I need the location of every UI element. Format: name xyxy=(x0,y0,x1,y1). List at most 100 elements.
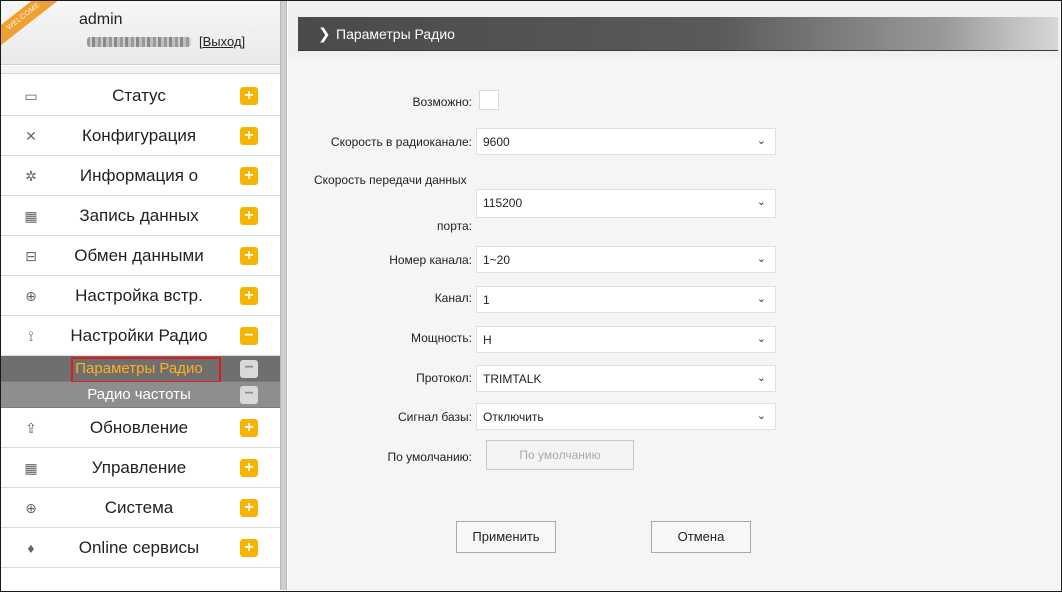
cancel-button[interactable]: Отмена xyxy=(651,521,751,553)
base-signal-label: Сигнал базы: xyxy=(398,410,472,424)
monitor-icon: ▭ xyxy=(24,88,38,104)
page-title: Параметры Радио xyxy=(336,26,455,42)
logout: [Выход] xyxy=(199,34,245,49)
sidebar-gap xyxy=(1,66,280,74)
user-info-redacted xyxy=(87,37,191,47)
sidebar-item-label: Система xyxy=(104,498,174,517)
expand-icon[interactable]: + xyxy=(240,419,258,437)
apply-button[interactable]: Применить xyxy=(456,521,556,553)
user-header: WELCOME admin [Выход] xyxy=(1,1,280,65)
enabled-label: Возможно: xyxy=(412,95,473,109)
chevron-down-icon: ⌄ xyxy=(756,135,766,147)
chevron-down-icon: ⌄ xyxy=(756,253,766,265)
protocol-label: Протокол: xyxy=(416,371,472,385)
channel-number-label: Номер канала: xyxy=(389,253,472,267)
sidebar-item-label: Обновление xyxy=(89,418,189,437)
sidebar-item-label: Статус xyxy=(112,86,166,105)
expand-icon[interactable]: + xyxy=(240,167,258,185)
power-label: Мощность: xyxy=(410,331,472,345)
base-signal-select[interactable]: Отключить ⌄ xyxy=(476,403,776,430)
chevron-down-icon: ⌄ xyxy=(756,333,766,345)
air-rate-select[interactable]: 9600 ⌄ xyxy=(476,128,776,155)
sidebar-item-data-record[interactable]: ▦ Запись данных + xyxy=(1,196,280,236)
expand-icon[interactable]: + xyxy=(240,499,258,517)
sidebar-item-label: Запись данных xyxy=(79,206,199,225)
chevron-right-icon: ❯ xyxy=(318,26,331,43)
protocol-select[interactable]: TRIMTALK ⌄ xyxy=(476,365,776,392)
expand-icon[interactable]: + xyxy=(240,127,258,145)
sidebar-item-data-exchange[interactable]: ⊟ Обмен данными + xyxy=(1,236,280,276)
sidebar-splitter[interactable] xyxy=(280,1,287,590)
active-highlight-box xyxy=(71,357,221,383)
enabled-checkbox[interactable] xyxy=(479,90,499,110)
sidebar: WELCOME admin [Выход] ▭ Статус + ✕ Конфи… xyxy=(1,1,280,590)
sidebar-item-info[interactable]: ✲ Информация о + xyxy=(1,156,280,196)
minus-icon[interactable]: − xyxy=(240,360,258,378)
chevron-down-icon: ⌄ xyxy=(756,293,766,305)
sidebar-item-network-settings[interactable]: ⊕ Настройка встр. + xyxy=(1,276,280,316)
sidebar-item-online-services[interactable]: ♦ Online сервисы + xyxy=(1,528,280,568)
sidebar-item-label: Информация о xyxy=(79,166,199,185)
channel-value: 1 xyxy=(483,293,490,307)
power-value: H xyxy=(483,333,492,347)
power-select[interactable]: H ⌄ xyxy=(476,326,776,353)
port-rate-label-1: Скорость передачи данных xyxy=(314,173,467,187)
welcome-badge: WELCOME xyxy=(1,1,65,52)
sidebar-subitem-radio-params[interactable]: Параметры Радио − xyxy=(1,356,280,383)
chevron-down-icon: ⌄ xyxy=(756,410,766,422)
expand-icon[interactable]: + xyxy=(240,459,258,477)
port-rate-label-2: порта: xyxy=(437,219,472,233)
calendar-icon: ▦ xyxy=(24,460,38,476)
expand-icon[interactable]: + xyxy=(240,287,258,305)
sidebar-item-label: Настройки Радио xyxy=(70,326,208,345)
chevron-down-icon: ⌄ xyxy=(756,372,766,384)
default-label: По умолчанию: xyxy=(387,450,473,464)
sidebar-subitem-label: Радио частоты xyxy=(87,386,191,403)
expand-icon[interactable]: + xyxy=(240,87,258,105)
sidebar-item-label: Настройка встр. xyxy=(75,286,203,305)
cloud-icon: ♦ xyxy=(27,540,35,556)
upload-icon: ⇪ xyxy=(25,420,37,436)
base-signal-value: Отключить xyxy=(483,410,544,424)
default-button[interactable]: По умолчанию xyxy=(486,440,634,470)
globe-icon: ⊕ xyxy=(25,288,37,304)
globe-icon: ⊕ xyxy=(25,500,37,516)
sidebar-item-system[interactable]: ⊕ Система + xyxy=(1,488,280,528)
sidebar-item-label: Online сервисы xyxy=(78,538,200,557)
minus-icon[interactable]: − xyxy=(240,386,258,404)
satellite-icon: ✲ xyxy=(25,168,37,184)
channel-select[interactable]: 1 ⌄ xyxy=(476,286,776,313)
sidebar-menu: ▭ Статус + ✕ Конфигурация + ✲ Информация… xyxy=(1,76,280,568)
channel-label: Канал: xyxy=(434,291,472,305)
antenna-icon: ⟟ xyxy=(28,328,34,344)
expand-icon[interactable]: + xyxy=(240,539,258,557)
user-name: admin xyxy=(79,11,123,28)
collapse-icon[interactable]: − xyxy=(240,327,258,345)
channel-number-value: 1~20 xyxy=(483,253,511,267)
expand-icon[interactable]: + xyxy=(240,207,258,225)
page-title-bar: ❯ Параметры Радио xyxy=(298,17,1058,51)
sidebar-item-configuration[interactable]: ✕ Конфигурация + xyxy=(1,116,280,156)
expand-icon[interactable]: + xyxy=(240,247,258,265)
network-icon: ⊟ xyxy=(25,248,37,264)
port-rate-value: 115200 xyxy=(483,196,523,210)
radio-params-form: Возможно: Скорость в радиоканале: 9600 ⌄… xyxy=(288,59,1060,589)
air-rate-value: 9600 xyxy=(483,135,510,149)
sidebar-item-label: Обмен данными xyxy=(74,246,204,265)
sidebar-item-update[interactable]: ⇪ Обновление + xyxy=(1,408,280,448)
sidebar-item-radio-settings[interactable]: ⟟ Настройки Радио − xyxy=(1,316,280,356)
main-panel: ❯ Параметры Радио Возможно: Скорость в р… xyxy=(288,1,1060,590)
sidebar-item-management[interactable]: ▦ Управление + xyxy=(1,448,280,488)
logout-bracket-close: ] xyxy=(241,34,246,49)
channel-number-select[interactable]: 1~20 ⌄ xyxy=(476,246,776,273)
tools-icon: ✕ xyxy=(25,128,37,144)
protocol-value: TRIMTALK xyxy=(483,372,542,386)
sidebar-item-label: Управление xyxy=(91,458,187,477)
sidebar-item-label: Конфигурация xyxy=(81,126,197,145)
sidebar-subitem-radio-frequencies[interactable]: Радио частоты − xyxy=(1,382,280,408)
logout-link[interactable]: Выход xyxy=(203,34,242,49)
chevron-down-icon: ⌄ xyxy=(756,196,766,208)
port-rate-select[interactable]: 115200 ⌄ xyxy=(476,189,776,218)
air-rate-label: Скорость в радиоканале: xyxy=(330,135,472,149)
sidebar-item-status[interactable]: ▭ Статус + xyxy=(1,76,280,116)
